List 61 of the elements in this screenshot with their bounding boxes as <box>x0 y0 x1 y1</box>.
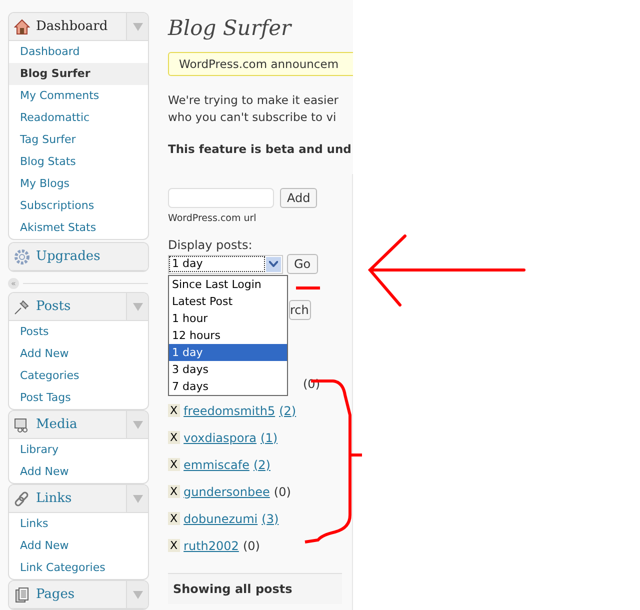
remove-button[interactable]: X <box>168 485 180 498</box>
gear-icon <box>14 248 30 264</box>
post-count: (0) <box>242 538 260 552</box>
menu-item[interactable]: My Comments <box>9 85 148 107</box>
search-button[interactable]: rch <box>289 300 311 320</box>
menu-item[interactable]: Add New <box>9 461 148 483</box>
menu-item[interactable]: Akismet Stats <box>9 217 148 239</box>
menu-item[interactable]: Posts <box>9 321 148 343</box>
menu-item[interactable]: Post Tags <box>9 387 148 409</box>
blog-link[interactable]: gundersonbee <box>184 484 270 498</box>
blog-link[interactable]: voxdiaspora <box>184 430 257 444</box>
intro-paragraph: We're trying to make it easier who you can't subscribe to vi <box>168 92 340 126</box>
menu-item[interactable]: Add New <box>9 535 148 557</box>
field-hint: WordPress.com url <box>168 213 258 224</box>
dropdown-option[interactable]: 1 day <box>169 344 287 361</box>
pages-icon <box>14 586 30 602</box>
menu-item[interactable]: Dashboard <box>9 41 148 63</box>
blog-link[interactable]: emmiscafe <box>184 458 250 472</box>
period-dropdown[interactable]: 1 day <box>168 254 283 274</box>
post-count-link[interactable]: (2) <box>279 404 296 418</box>
remove-button[interactable]: X <box>168 404 180 417</box>
url-input-field[interactable] <box>168 188 274 208</box>
pin-icon <box>14 298 30 314</box>
beta-note: This feature is beta and und <box>168 142 352 156</box>
blog-link[interactable]: dobunezumi <box>184 512 258 526</box>
remove-button[interactable]: X <box>168 431 180 444</box>
menu-item[interactable]: Add New <box>9 343 148 365</box>
dropdown-option[interactable]: 12 hours <box>169 327 287 344</box>
blog-link[interactable]: ruth2002 <box>184 538 239 552</box>
menu-item[interactable]: Blog Surfer <box>9 63 148 85</box>
menu-item[interactable]: Readomattic <box>9 107 148 129</box>
home-icon <box>14 18 30 34</box>
footer-text: Showing all posts <box>173 582 292 596</box>
dropdown-option[interactable]: 7 days <box>169 378 287 395</box>
notice-text: WordPress.com announcem <box>179 57 339 71</box>
post-count: (0) <box>274 484 291 498</box>
menu-item[interactable]: Tag Surfer <box>9 129 148 151</box>
post-count-link[interactable]: (3) <box>262 512 279 526</box>
remove-button[interactable]: X <box>168 512 180 525</box>
dropdown-option[interactable]: Since Last Login <box>169 276 287 293</box>
menu-item[interactable]: Links <box>9 513 148 535</box>
post-count-link[interactable]: (1) <box>260 430 278 444</box>
post-count-link[interactable]: (2) <box>253 458 270 472</box>
remove-button[interactable]: X <box>168 539 180 552</box>
page-title: Blog Surfer <box>168 16 293 40</box>
menu-item[interactable]: Link Categories <box>9 557 148 579</box>
underline-annotation <box>296 286 320 290</box>
dropdown-option[interactable]: 3 days <box>169 361 287 378</box>
chain-icon <box>14 490 30 506</box>
menu-item[interactable]: Categories <box>9 365 148 387</box>
go-button[interactable]: Go <box>287 254 318 274</box>
menu-item[interactable]: Library <box>9 439 148 461</box>
display-label: Display posts: <box>168 238 254 252</box>
dropdown-option[interactable]: 1 hour <box>169 310 287 327</box>
remove-button[interactable]: X <box>168 458 180 471</box>
add-button[interactable]: Add <box>280 188 318 208</box>
dropdown-option[interactable]: Latest Post <box>169 293 287 310</box>
menu-item[interactable]: My Blogs <box>9 173 148 195</box>
blog-link[interactable]: freedomsmith5 <box>184 404 276 418</box>
menu-item[interactable]: Subscriptions <box>9 195 148 217</box>
menu-item[interactable]: Blog Stats <box>9 151 148 173</box>
